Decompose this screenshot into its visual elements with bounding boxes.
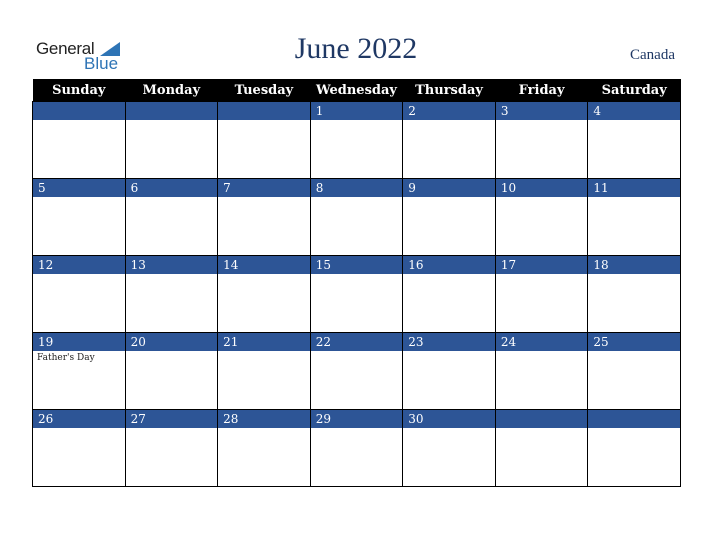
week-row: 26 27 28 29 30 <box>32 409 681 487</box>
day-number: 21 <box>218 333 310 351</box>
weekday-header-saturday: Saturday <box>587 79 681 102</box>
day-cell[interactable]: 26 <box>32 409 126 487</box>
day-cell[interactable]: 23 <box>402 332 496 410</box>
day-cell[interactable]: 7 <box>217 178 311 256</box>
day-cell[interactable]: 17 <box>494 255 589 333</box>
day-number: 14 <box>218 256 310 274</box>
week-row: 19 Father's Day 20 21 22 23 24 25 <box>32 332 681 410</box>
day-cell[interactable]: 9 <box>402 178 496 256</box>
country-label: Canada <box>630 47 675 63</box>
day-number: 5 <box>33 179 125 197</box>
day-cell[interactable]: 16 <box>402 255 496 333</box>
day-cell[interactable]: 25 <box>587 332 681 410</box>
day-cell[interactable]: 28 <box>217 409 311 487</box>
day-cell[interactable]: 11 <box>587 178 681 256</box>
day-number: 8 <box>310 179 403 197</box>
day-cell[interactable]: 6 <box>124 178 219 256</box>
day-number: 16 <box>403 256 495 274</box>
day-number: 13 <box>125 256 218 274</box>
day-cell[interactable]: 24 <box>494 332 589 410</box>
day-cell[interactable]: 13 <box>124 255 219 333</box>
day-cell[interactable] <box>217 101 311 179</box>
holiday-label: Father's Day <box>37 353 95 363</box>
day-number: 30 <box>403 410 495 428</box>
day-number: 19 <box>33 333 125 351</box>
day-number: 3 <box>495 102 588 120</box>
day-number: 24 <box>495 333 588 351</box>
calendar-title: June 2022 <box>294 32 418 65</box>
day-cell[interactable] <box>124 101 219 179</box>
day-number: 23 <box>403 333 495 351</box>
day-cell[interactable] <box>587 409 681 487</box>
day-cell[interactable]: 21 <box>217 332 311 410</box>
day-cell[interactable]: 14 <box>217 255 311 333</box>
day-cell[interactable]: 8 <box>309 178 404 256</box>
day-number: 29 <box>310 410 403 428</box>
day-number: 25 <box>588 333 680 351</box>
day-number: 20 <box>125 333 218 351</box>
day-cell[interactable]: 27 <box>124 409 219 487</box>
day-number: 9 <box>403 179 495 197</box>
day-cell[interactable]: 2 <box>402 101 496 179</box>
day-number: 2 <box>403 102 495 120</box>
day-cell[interactable]: 29 <box>309 409 404 487</box>
day-cell[interactable]: 12 <box>32 255 126 333</box>
weekday-header-thursday: Thursday <box>402 79 496 102</box>
day-number: 28 <box>218 410 310 428</box>
weekday-header-friday: Friday <box>495 79 588 102</box>
day-number: 22 <box>310 333 403 351</box>
day-number: 1 <box>310 102 403 120</box>
day-number <box>125 102 218 120</box>
calendar-grid: Sunday Monday Tuesday Wednesday Thursday Frid… <box>32 79 681 487</box>
week-row: 1234 <box>32 101 681 179</box>
day-number: 27 <box>125 410 218 428</box>
week-row: 12 13 14 15 16 17 18 <box>32 255 681 333</box>
day-cell[interactable]: 4 <box>587 101 681 179</box>
day-number: 26 <box>33 410 125 428</box>
day-number: 6 <box>125 179 218 197</box>
day-number: 4 <box>588 102 680 120</box>
day-cell[interactable]: 5 <box>32 178 126 256</box>
weekday-header-wednesday: Wednesday <box>310 79 403 102</box>
day-cell[interactable]: 10 <box>494 178 589 256</box>
day-number <box>495 410 588 428</box>
day-cell[interactable]: 18 <box>587 255 681 333</box>
day-cell[interactable]: 20 <box>124 332 219 410</box>
day-number: 7 <box>218 179 310 197</box>
day-number: 10 <box>495 179 588 197</box>
day-cell[interactable]: 1 <box>309 101 404 179</box>
weekday-header-sunday: Sunday <box>32 79 126 102</box>
day-cell[interactable]: 22 <box>309 332 404 410</box>
day-number: 18 <box>588 256 680 274</box>
day-cell[interactable]: 15 <box>309 255 404 333</box>
day-cell[interactable]: 19 Father's Day <box>32 332 126 410</box>
day-number <box>33 102 125 120</box>
week-row: 5 6 7 8 9 10 11 <box>32 178 681 256</box>
day-number <box>588 410 680 428</box>
day-cell[interactable]: 30 <box>402 409 496 487</box>
day-cell[interactable] <box>32 101 126 179</box>
day-cell[interactable]: 3 <box>494 101 589 179</box>
day-cell[interactable] <box>494 409 589 487</box>
weekday-header-tuesday: Tuesday <box>217 79 311 102</box>
day-number: 15 <box>310 256 403 274</box>
day-number: 12 <box>33 256 125 274</box>
day-number: 17 <box>495 256 588 274</box>
day-number: 11 <box>588 179 680 197</box>
weekday-header-monday: Monday <box>125 79 218 102</box>
day-number <box>218 102 310 120</box>
